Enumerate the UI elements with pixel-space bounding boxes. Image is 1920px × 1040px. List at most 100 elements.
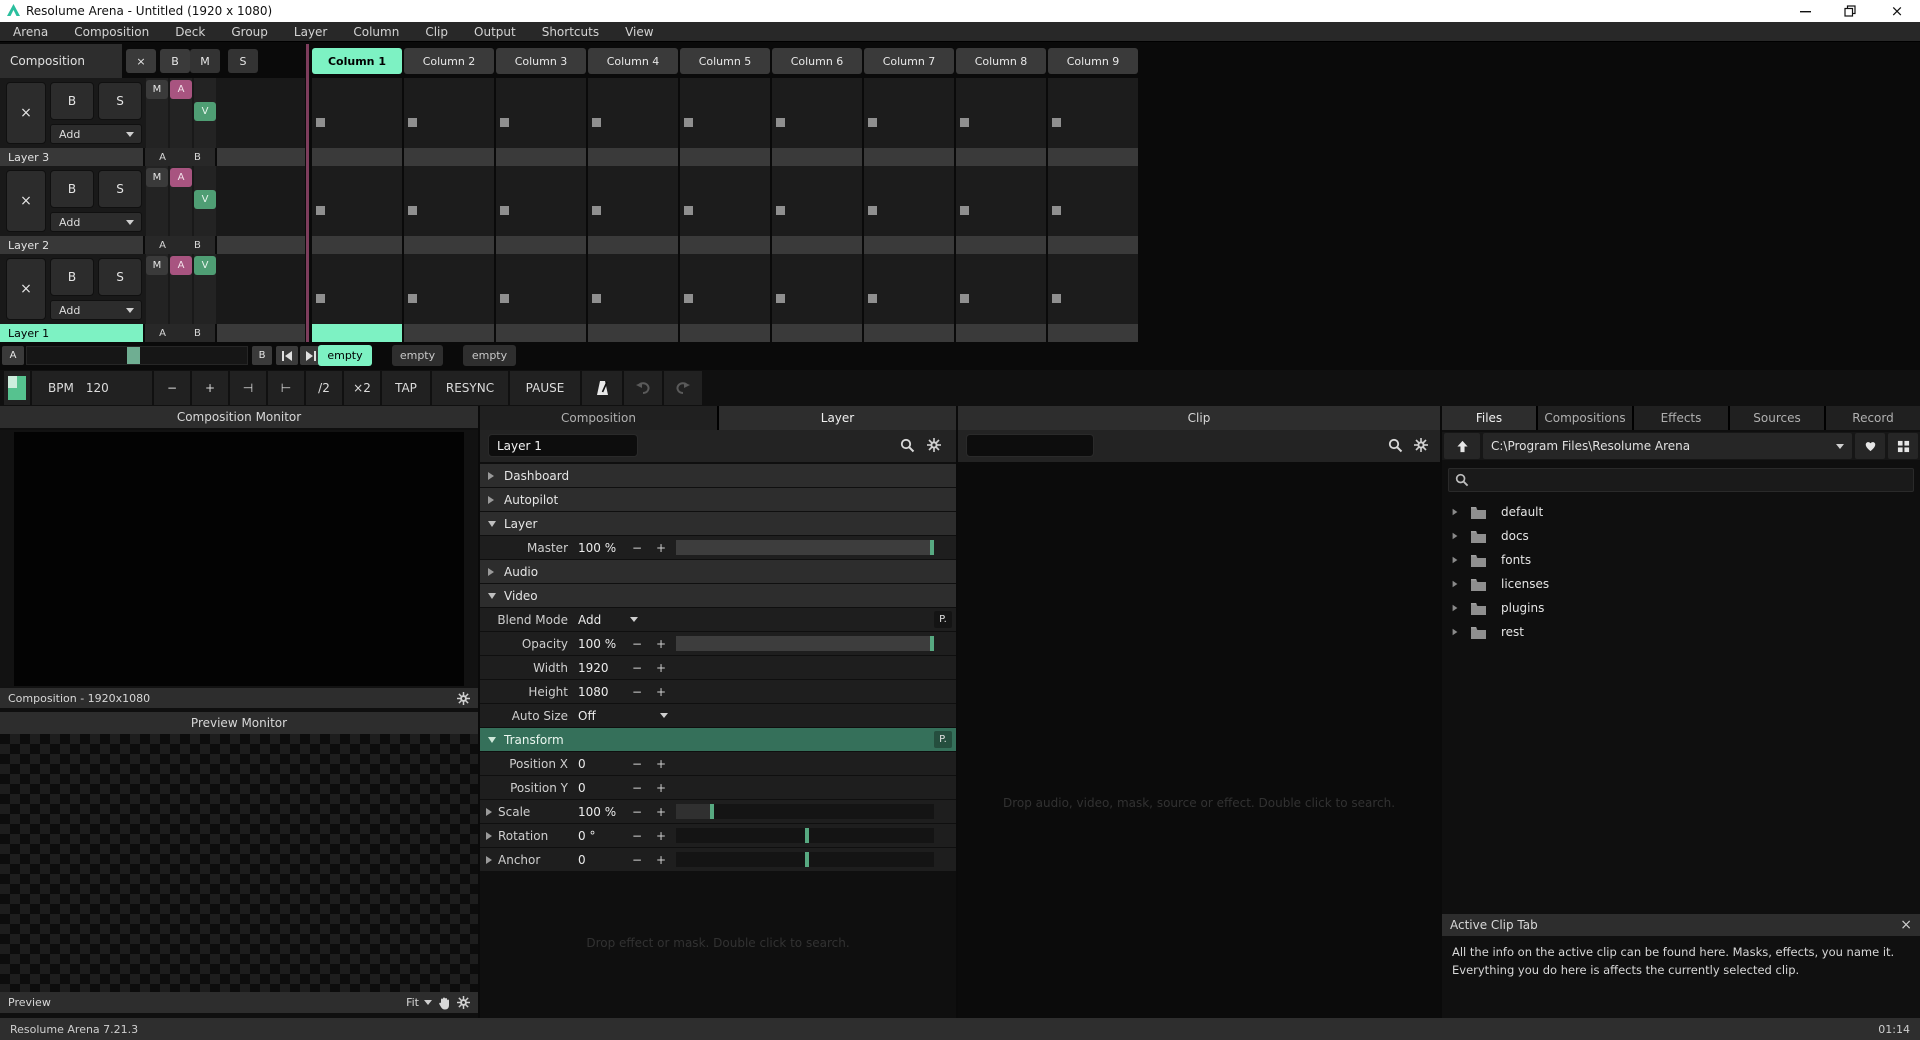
clip-connect-icon[interactable] bbox=[960, 118, 969, 127]
menu-output[interactable]: Output bbox=[461, 22, 529, 42]
column-header-8[interactable]: Column 8 bbox=[956, 48, 1046, 74]
crossfader-handle[interactable] bbox=[127, 347, 140, 364]
column-header-4[interactable]: Column 4 bbox=[588, 48, 678, 74]
layer-2-bypass-button[interactable]: B bbox=[50, 170, 94, 208]
decrement-button[interactable]: − bbox=[628, 776, 646, 799]
clip-connect-icon[interactable] bbox=[408, 118, 417, 127]
scale-slider[interactable] bbox=[676, 804, 934, 819]
crossfader-a-label[interactable]: A bbox=[2, 346, 24, 365]
decrement-button[interactable]: − bbox=[628, 632, 646, 655]
bpm-half-button[interactable]: /2 bbox=[306, 371, 342, 405]
decrement-button[interactable]: − bbox=[628, 656, 646, 679]
section-audio[interactable]: Audio bbox=[480, 560, 956, 583]
increment-button[interactable]: + bbox=[652, 536, 670, 559]
decrement-button[interactable]: − bbox=[628, 536, 646, 559]
opacity-slider[interactable] bbox=[676, 636, 934, 651]
composition-master-button[interactable]: M bbox=[190, 49, 220, 73]
layer-2-blendmode-dropdown[interactable]: Add bbox=[50, 212, 142, 232]
layer-1-clear-button[interactable]: × bbox=[6, 258, 46, 320]
clip-name-strip[interactable] bbox=[312, 148, 402, 166]
bpm-double-button[interactable]: ×2 bbox=[344, 371, 380, 405]
composition-speed-button[interactable]: S bbox=[228, 49, 258, 73]
menu-view[interactable]: View bbox=[612, 22, 666, 42]
bpm-display[interactable]: BPM 120 bbox=[32, 371, 152, 405]
menu-arena[interactable]: Arena bbox=[0, 22, 61, 42]
increment-button[interactable]: + bbox=[652, 824, 670, 847]
master-slider[interactable] bbox=[676, 540, 934, 555]
param-p-button[interactable]: P. bbox=[934, 731, 952, 748]
param-value[interactable]: 0 ° bbox=[578, 824, 595, 847]
clip-connect-icon[interactable] bbox=[500, 206, 509, 215]
menu-column[interactable]: Column bbox=[340, 22, 412, 42]
decrement-button[interactable]: − bbox=[628, 824, 646, 847]
layer-3-clear-button[interactable]: × bbox=[6, 82, 46, 144]
layer-1-master-toggle[interactable]: M bbox=[146, 256, 168, 275]
clip-drop-zone[interactable]: Drop audio, video, mask, source or effec… bbox=[958, 462, 1440, 1018]
clip-cell[interactable] bbox=[956, 78, 1046, 148]
menu-deck[interactable]: Deck bbox=[162, 22, 218, 42]
clip-name-input[interactable] bbox=[966, 434, 1094, 457]
clip-name-strip[interactable] bbox=[864, 236, 954, 254]
clip-name-strip[interactable] bbox=[1048, 324, 1138, 342]
layer-3-transition-strip[interactable] bbox=[217, 148, 305, 166]
clip-cell[interactable] bbox=[680, 254, 770, 324]
tab-effects[interactable]: Effects bbox=[1634, 406, 1728, 430]
section-transform[interactable]: Transform P. bbox=[480, 728, 956, 751]
layer-1-blendmode-dropdown[interactable]: Add bbox=[50, 300, 142, 320]
increment-button[interactable]: + bbox=[652, 800, 670, 823]
layer-2-master-toggle[interactable]: M bbox=[146, 168, 168, 187]
clip-name-strip[interactable] bbox=[588, 148, 678, 166]
layer-2-audio-toggle[interactable]: A bbox=[170, 168, 192, 187]
clip-cell[interactable] bbox=[772, 254, 862, 324]
clip-name-strip[interactable] bbox=[956, 148, 1046, 166]
param-value[interactable]: 0 bbox=[578, 752, 586, 775]
layer-2-solo-button[interactable]: S bbox=[98, 170, 142, 208]
param-value[interactable]: 0 bbox=[578, 848, 586, 871]
clip-cell[interactable] bbox=[496, 166, 586, 236]
composition-label[interactable]: Composition bbox=[0, 44, 122, 78]
layer-1-video-toggle[interactable]: V bbox=[194, 256, 216, 275]
layer-name-input[interactable]: Layer 1 bbox=[488, 434, 638, 457]
folder-row-docs[interactable]: docs bbox=[1442, 524, 1920, 548]
clip-cell[interactable] bbox=[680, 166, 770, 236]
clip-cell[interactable] bbox=[496, 254, 586, 324]
composition-bypass-button[interactable]: B bbox=[160, 49, 190, 73]
menu-group[interactable]: Group bbox=[218, 22, 281, 42]
clip-cell[interactable] bbox=[1048, 78, 1138, 148]
clip-name-strip[interactable] bbox=[404, 148, 494, 166]
nudge-up-button[interactable]: ⊢ bbox=[268, 371, 304, 405]
clip-cell[interactable] bbox=[956, 166, 1046, 236]
undo-button[interactable] bbox=[624, 371, 662, 405]
menu-layer[interactable]: Layer bbox=[281, 22, 340, 42]
clip-name-strip[interactable] bbox=[404, 236, 494, 254]
bpm-value[interactable]: 120 bbox=[86, 381, 109, 395]
clip-name-strip[interactable] bbox=[496, 236, 586, 254]
clip-connect-icon[interactable] bbox=[592, 118, 601, 127]
tab-composition[interactable]: Composition bbox=[480, 406, 717, 430]
clip-cell[interactable] bbox=[312, 78, 402, 148]
layer-1-bypass-button[interactable]: B bbox=[50, 258, 94, 296]
clip-connect-icon[interactable] bbox=[1052, 294, 1061, 303]
tab-layer[interactable]: Layer bbox=[719, 406, 956, 430]
nudge-down-button[interactable]: ⊣ bbox=[230, 371, 266, 405]
menu-shortcuts[interactable]: Shortcuts bbox=[529, 22, 612, 42]
tab-sources[interactable]: Sources bbox=[1730, 406, 1824, 430]
menu-clip[interactable]: Clip bbox=[412, 22, 461, 42]
clip-connect-icon[interactable] bbox=[684, 294, 693, 303]
layer-1-solo-button[interactable]: S bbox=[98, 258, 142, 296]
effect-drop-zone[interactable]: Drop effect or mask. Double click to sea… bbox=[480, 936, 956, 950]
clip-cell[interactable] bbox=[312, 254, 402, 324]
column-header-3[interactable]: Column 3 bbox=[496, 48, 586, 74]
clip-connect-icon[interactable] bbox=[408, 294, 417, 303]
section-layer[interactable]: Layer bbox=[480, 512, 956, 535]
clip-connect-icon[interactable] bbox=[1052, 118, 1061, 127]
layer-2-video-toggle[interactable]: V bbox=[194, 190, 216, 209]
column-header-9[interactable]: Column 9 bbox=[1048, 48, 1138, 74]
increment-button[interactable]: + bbox=[652, 632, 670, 655]
deck-tab-3[interactable]: empty bbox=[463, 345, 516, 366]
section-dashboard[interactable]: Dashboard bbox=[480, 464, 956, 487]
expand-icon[interactable] bbox=[1453, 605, 1458, 611]
column-header-5[interactable]: Column 5 bbox=[680, 48, 770, 74]
clip-cell[interactable] bbox=[772, 78, 862, 148]
clip-connect-icon[interactable] bbox=[868, 118, 877, 127]
